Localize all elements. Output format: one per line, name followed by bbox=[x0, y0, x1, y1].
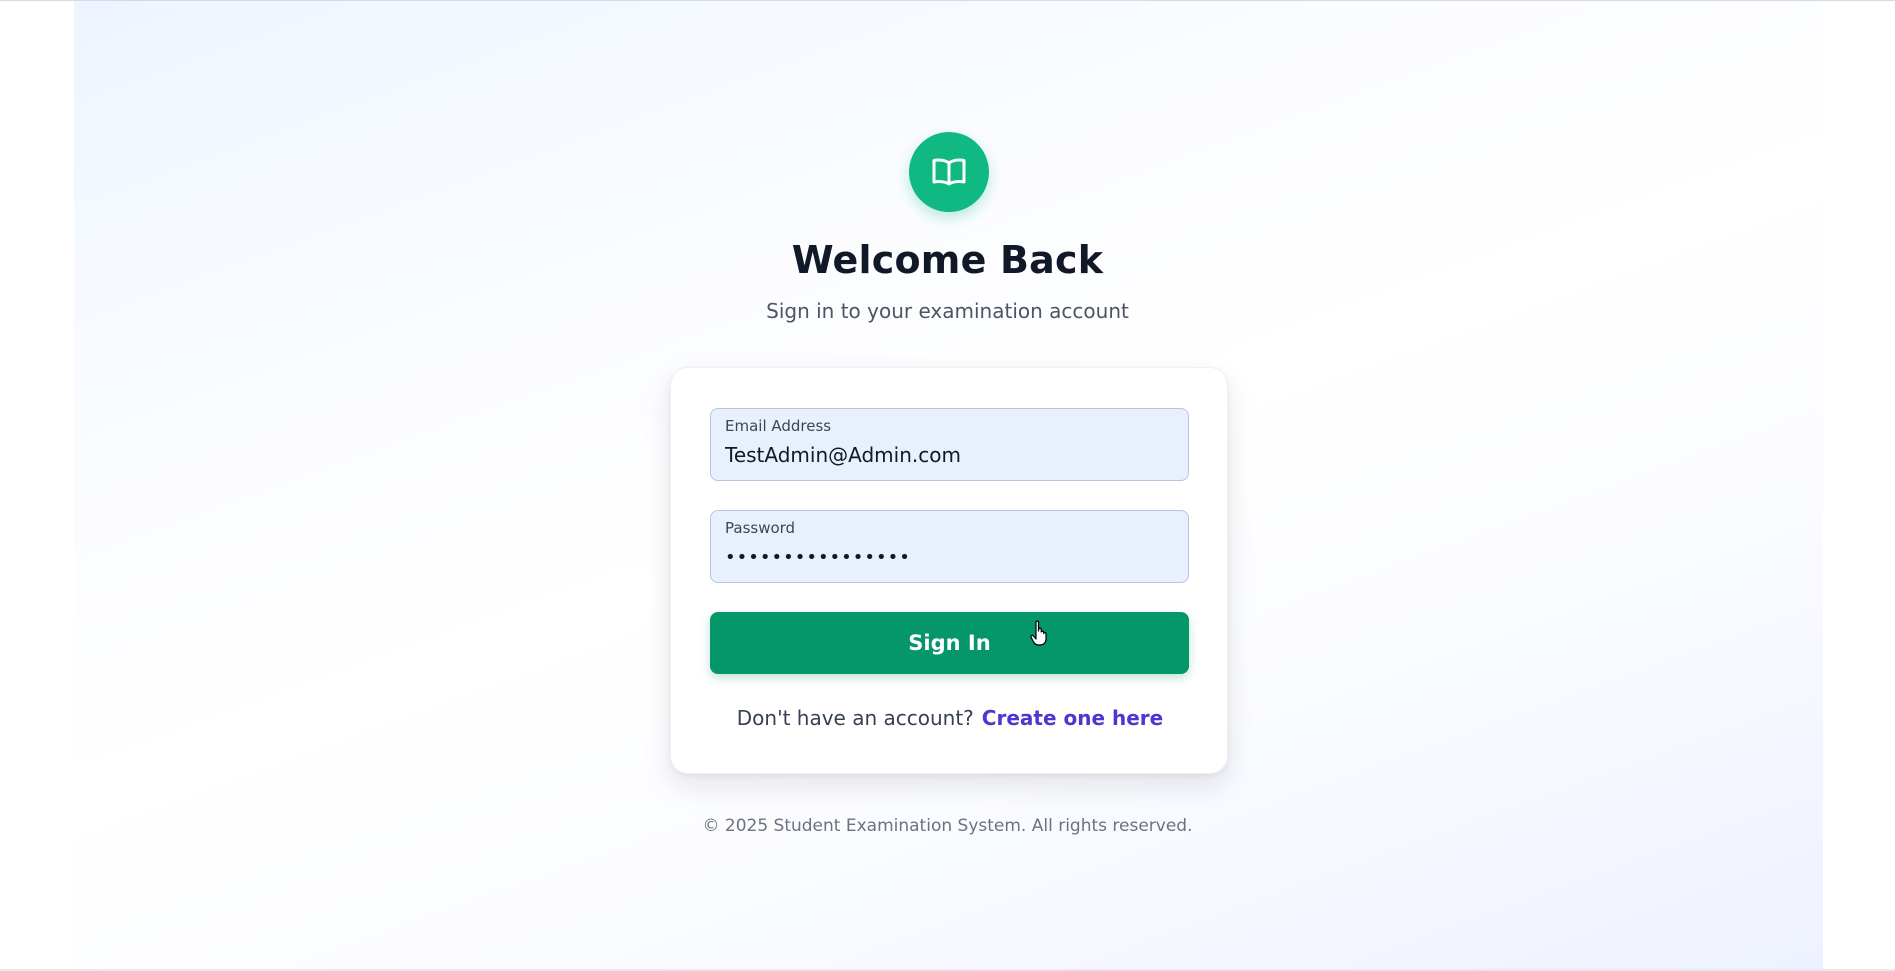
book-open-icon bbox=[932, 158, 966, 186]
email-field[interactable]: Email Address bbox=[710, 408, 1189, 481]
password-field[interactable]: Password bbox=[710, 510, 1189, 583]
footer-copyright: © 2025 Student Examination System. All r… bbox=[702, 816, 1193, 836]
app-logo bbox=[909, 132, 989, 212]
register-prompt-row: Don't have an account? Create one here bbox=[671, 706, 1229, 730]
create-account-link[interactable]: Create one here bbox=[982, 706, 1163, 730]
hand-pointer-cursor-icon bbox=[1030, 620, 1047, 646]
page-subtitle: Sign in to your examination account bbox=[766, 299, 1129, 323]
login-card: Email Address Password Sign In Don't hav… bbox=[670, 367, 1228, 774]
page-title: Welcome Back bbox=[791, 238, 1104, 282]
email-input[interactable] bbox=[725, 441, 1175, 469]
password-label: Password bbox=[725, 519, 796, 537]
sign-in-button[interactable]: Sign In bbox=[710, 612, 1189, 674]
email-label: Email Address bbox=[725, 417, 832, 435]
register-prompt-text: Don't have an account? bbox=[736, 706, 974, 730]
password-input[interactable] bbox=[725, 543, 1175, 571]
